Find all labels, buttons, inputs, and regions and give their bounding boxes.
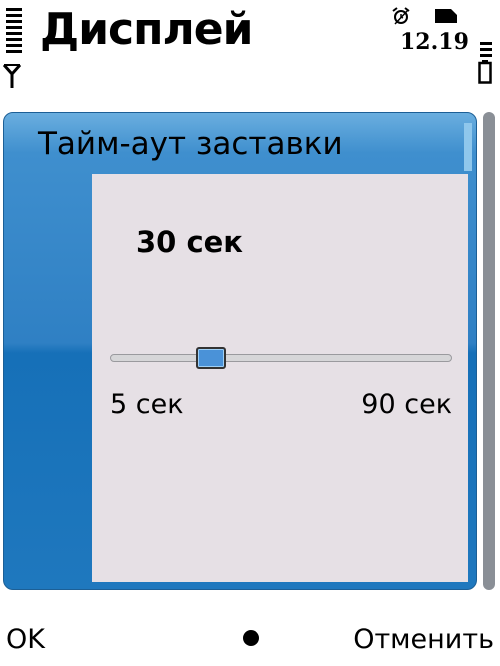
timeout-slider-track[interactable] — [110, 354, 452, 362]
sim-card-icon — [435, 9, 457, 23]
slider-max-label: 90 сек — [361, 389, 452, 420]
alarm-clock-icon — [392, 7, 410, 25]
battery-icon — [478, 60, 492, 84]
app-title: Дисплей — [40, 4, 253, 55]
slider-min-label: 5 сек — [110, 389, 184, 420]
selection-dot-icon[interactable] — [243, 630, 259, 646]
cancel-softkey[interactable]: Отменить — [353, 620, 494, 660]
scrollbar[interactable] — [483, 112, 495, 590]
current-value-label: 30 сек — [136, 225, 243, 259]
dialog-title: Тайм-аут заставки — [38, 126, 343, 162]
antenna-icon — [3, 64, 21, 88]
status-clock: 12.19 — [400, 29, 469, 55]
phone-screen: Дисплей 12.19 Тайм-аут заставки 30 сек 5… — [0, 0, 500, 666]
ok-softkey[interactable]: OK — [6, 620, 45, 660]
timeout-slider-handle[interactable] — [196, 347, 226, 369]
dialog-corner-accent — [464, 123, 472, 171]
